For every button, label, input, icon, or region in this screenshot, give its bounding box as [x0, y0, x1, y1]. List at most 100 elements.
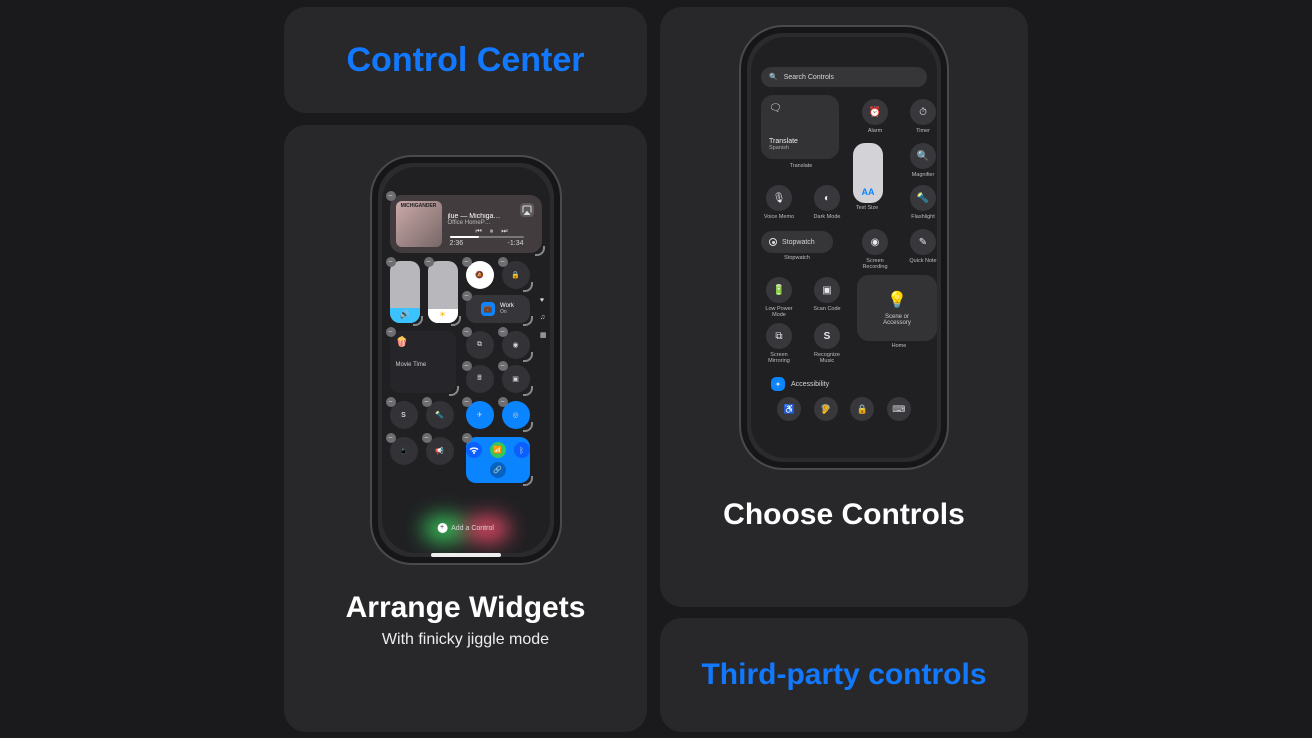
plus-icon: +	[437, 523, 447, 533]
text-size-aa: AA	[862, 187, 875, 197]
remove-badge[interactable]: –	[498, 257, 508, 267]
resize-handle[interactable]	[451, 316, 461, 326]
screen-mirroring-control[interactable]: ⧉Screen Mirroring	[757, 323, 801, 364]
focus-work-widget[interactable]: – 💼 WorkOn	[466, 295, 530, 323]
remove-badge[interactable]: –	[462, 433, 472, 443]
remove-badge[interactable]: –	[462, 397, 472, 407]
alarm-icon: ⏰	[862, 99, 888, 125]
card-third-party: Third-party controls	[660, 618, 1028, 732]
announce-toggle[interactable]: – 📢	[426, 437, 454, 465]
translate-tile[interactable]: 🗨 TranslateSpanish	[761, 95, 839, 159]
flashlight-icon: 🔦	[435, 411, 444, 419]
stopwatch-caption: Stopwatch	[775, 255, 819, 261]
third-party-title: Third-party controls	[701, 658, 986, 692]
remove-badge[interactable]: –	[462, 291, 472, 301]
quick-note-control[interactable]: ✎Quick Note	[901, 229, 937, 264]
shazam-toggle[interactable]: – S	[390, 401, 418, 429]
home-indicator[interactable]	[431, 553, 501, 557]
note-icon: ✎	[910, 229, 936, 255]
qr-toggle[interactable]: – ▣	[502, 365, 530, 393]
add-control-label: Add a Control	[451, 525, 494, 532]
resize-handle[interactable]	[523, 422, 533, 432]
flashlight-control[interactable]: 🔦Flashlight	[901, 185, 937, 220]
movie-time-widget[interactable]: – 🍿 Movie Time	[390, 331, 456, 393]
remove-badge[interactable]: –	[386, 257, 396, 267]
resize-handle[interactable]	[523, 386, 533, 396]
brightness-slider[interactable]: – ☀	[428, 261, 458, 323]
screen-mirroring-toggle[interactable]: – ⧉	[466, 331, 494, 359]
text-size-tile[interactable]: AA	[853, 143, 883, 203]
remove-badge[interactable]: –	[498, 361, 508, 371]
accessibility-shortcut-icon[interactable]: ♿	[777, 397, 801, 421]
dark-mode-control[interactable]: ◐Dark Mode	[805, 185, 849, 220]
remove-badge[interactable]: –	[386, 433, 396, 443]
remove-badge[interactable]: –	[462, 327, 472, 337]
scan-code-control[interactable]: ▣Scan Code	[805, 277, 849, 312]
airplane-icon: ✈	[477, 411, 483, 419]
magnifier-control[interactable]: 🔍Magnifier	[901, 143, 937, 178]
iphone-frame-right: 🔍 Search Controls 🗨 TranslateSpanish Tra…	[739, 25, 949, 470]
prev-icon[interactable]: ⏮	[475, 228, 481, 236]
airplane-toggle[interactable]: – ✈	[466, 401, 494, 429]
link-icon[interactable]: 🔗	[490, 462, 506, 478]
flashlight-toggle[interactable]: – 🔦	[426, 401, 454, 429]
resize-handle[interactable]	[523, 282, 533, 292]
bluetooth-icon[interactable]: ᛒ	[514, 442, 530, 458]
screen-record-toggle[interactable]: – ◉	[502, 331, 530, 359]
remove-badge[interactable]: –	[498, 327, 508, 337]
resize-handle[interactable]	[413, 316, 423, 326]
now-playing-widget[interactable]: – MICHIGANDER jlue — Michiga… Office Hom…	[390, 195, 542, 253]
low-power-control[interactable]: 🔋Low Power Mode	[757, 277, 801, 318]
next-icon[interactable]: ⏭	[501, 228, 507, 236]
resize-handle[interactable]	[523, 476, 533, 486]
remove-badge[interactable]: –	[498, 397, 508, 407]
speaker-icon: 🔊	[400, 310, 410, 319]
resize-handle[interactable]	[449, 386, 459, 396]
voice-memo-control[interactable]: 🎙Voice Memo	[757, 185, 801, 220]
wifi-icon[interactable]	[466, 442, 482, 458]
arrange-subtitle: With finicky jiggle mode	[382, 631, 549, 649]
section-accessibility: ✦ Accessibility	[771, 377, 829, 391]
remaining: -1:34	[508, 240, 524, 247]
hearing-icon[interactable]: 🦻	[814, 397, 838, 421]
translate-sub: Spanish	[769, 145, 798, 151]
pause-icon[interactable]: ⏸	[490, 228, 494, 236]
scene-tile[interactable]: 💡 Scene or Accessory	[857, 275, 937, 341]
rotation-lock-icon: 🔒	[511, 271, 520, 279]
mirroring-icon: ⧉	[477, 341, 482, 349]
translate-caption: Translate	[779, 163, 823, 169]
remote-toggle[interactable]: – 📱	[390, 437, 418, 465]
remove-badge[interactable]: –	[386, 327, 396, 337]
scene-label: Scene or Accessory	[883, 314, 911, 326]
keyboard-icon[interactable]: ⌨	[887, 397, 911, 421]
airplay-icon[interactable]	[520, 203, 534, 217]
add-control-button[interactable]: + Add a Control	[437, 523, 494, 533]
remove-badge[interactable]: –	[386, 397, 396, 407]
control-center-title: Control Center	[347, 41, 585, 80]
stopwatch-pill[interactable]: Stopwatch	[761, 231, 833, 253]
cellular-icon[interactable]: 📶	[490, 442, 506, 458]
remove-badge[interactable]: –	[424, 257, 434, 267]
remove-badge[interactable]: –	[462, 257, 472, 267]
resize-handle[interactable]	[523, 316, 533, 326]
guided-access-icon[interactable]: 🔒	[850, 397, 874, 421]
remove-badge[interactable]: –	[422, 433, 432, 443]
progress[interactable]: 2:36-1:34	[450, 236, 524, 247]
remove-badge[interactable]: –	[386, 191, 396, 201]
calculator-toggle[interactable]: – 🖩	[466, 365, 494, 393]
timer-control[interactable]: ⏱Timer	[901, 99, 937, 134]
remove-badge[interactable]: –	[422, 397, 432, 407]
card-choose-controls: 🔍 Search Controls 🗨 TranslateSpanish Tra…	[660, 7, 1028, 607]
search-controls-field[interactable]: 🔍 Search Controls	[761, 67, 927, 87]
alarm-control[interactable]: ⏰Alarm	[853, 99, 897, 134]
airdrop-toggle[interactable]: – ◎	[502, 401, 530, 429]
screen-recording-control[interactable]: ◉Screen Recording	[853, 229, 897, 270]
resize-handle[interactable]	[535, 246, 545, 256]
rotation-lock-toggle[interactable]: – 🔒	[502, 261, 530, 289]
recognize-music-control[interactable]: SRecognize Music	[805, 323, 849, 364]
volume-slider[interactable]: – 🔊	[390, 261, 420, 323]
remove-badge[interactable]: –	[462, 361, 472, 371]
resize-handle[interactable]	[523, 352, 533, 362]
mute-toggle[interactable]: – 🔕	[466, 261, 494, 289]
connectivity-widget[interactable]: – 📶 ᛒ 🔗	[466, 437, 530, 483]
